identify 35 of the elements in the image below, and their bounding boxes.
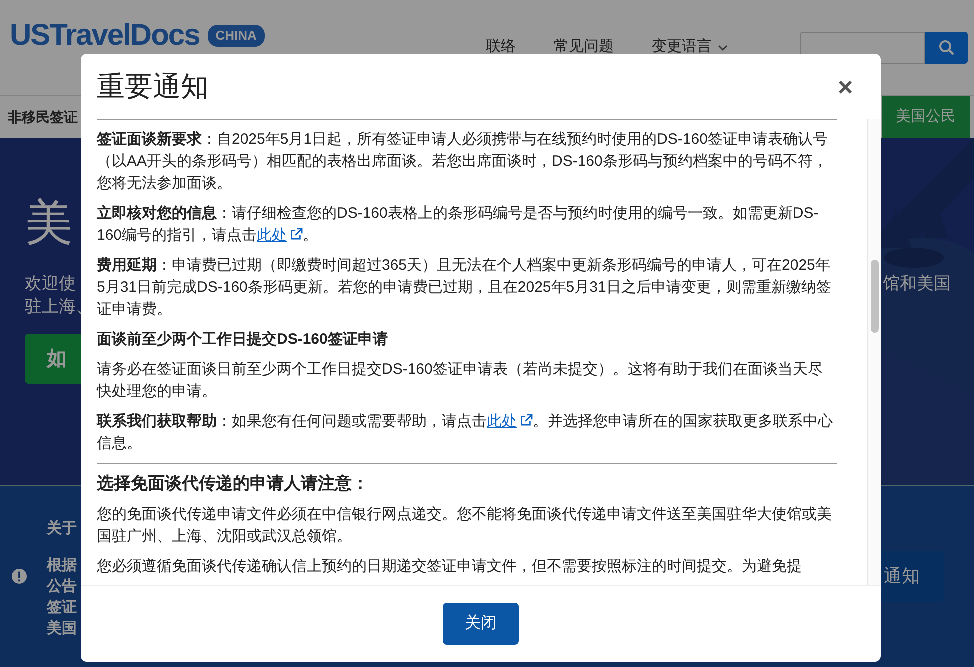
close-button[interactable]: 关闭	[443, 603, 519, 645]
hero-text: 欢迎使	[25, 273, 77, 295]
link[interactable]: 此处	[487, 413, 533, 430]
scrollbar-thumb[interactable]	[871, 260, 879, 333]
alert-text: 根据	[47, 556, 77, 576]
search-button[interactable]	[925, 32, 968, 64]
notice-paragraph: 签证面谈新要求：自2025年5月1日起，所有签证申请人必须携带与在线预约时使用的DS-160签证申请表确认号（以AA开头的条形码号）相匹配的表格出席面谈。若您出席面谈时，DS-160条形码与预约档案中的号码不符，您将无法参加面谈。	[97, 130, 829, 194]
notice-paragraph: 联系我们获取帮助：如果您有任何问题或需要帮助，请点击此处 。并选择您申请所在的国家获取更多联系中心信息。	[97, 412, 834, 454]
hero-text: 驻上海、	[25, 296, 93, 318]
alert-text: 美国	[47, 618, 77, 638]
notice-paragraph: 您必须遵循免面谈代传递确认信上预约的日期递交签证申请文件，但不需要按照标注的时间提交。为避免提	[97, 557, 803, 578]
hero-text: 馆和美国	[883, 273, 951, 295]
nav-link[interactable]: 变更语言	[652, 36, 728, 59]
alert-icon	[12, 569, 27, 584]
link[interactable]: 此处	[257, 227, 304, 244]
alert-text: 签证	[47, 598, 77, 618]
logo[interactable]: USTravelDocs	[10, 20, 200, 52]
notice-subheading: 面谈前至少两个工作日提交DS-160签证申请	[97, 330, 389, 350]
alert-heading: 关于	[47, 519, 77, 539]
notice-paragraph: 请务必在签证面谈日前至少两个工作日提交DS-160签证申请表（若尚未提交）。这将有助于我们在面谈当天尽快处理您的申请。	[97, 360, 824, 402]
alert-text: 公告	[47, 576, 77, 596]
search-icon	[938, 40, 954, 56]
close-button[interactable]: ×	[834, 74, 857, 100]
notice-paragraph: 您的免面谈代传递申请文件必须在中信银行网点递交。您不能将免面谈代传递申请文件送至美国驻华大使馆或美国驻广州、上海、沈阳或武汉总领馆。	[97, 505, 833, 548]
notice-paragraph: 立即核对您的信息：请仔细检查您的DS-160表格上的条形码编号是否与预约时使用的编号一致。如需更新DS-160编号的指引，请点击此处 。	[97, 204, 820, 246]
external-link-icon	[520, 414, 533, 427]
scrollbar[interactable]	[867, 119, 881, 585]
caret-icon	[718, 44, 728, 50]
nav-tab[interactable]: 非移民签证	[0, 106, 78, 128]
external-link-icon	[290, 228, 304, 241]
modal-title: 重要通知	[97, 70, 209, 104]
notice-heading: 选择免面谈代传递的申请人请注意：	[97, 474, 370, 494]
logo-badge: CHINA	[208, 25, 265, 47]
hero-title: 美	[25, 200, 73, 248]
notice-paragraph: 费用延期：申请费已过期（即缴费时间超过365天）且无法在个人档案中更新条形码编号的申请人，可在2025年5月31日前完成DS-160条形码更新。若您的申请费已过期，且在2025年5月31日之后申请变更，则需重新缴纳签证申请费。	[97, 256, 832, 320]
